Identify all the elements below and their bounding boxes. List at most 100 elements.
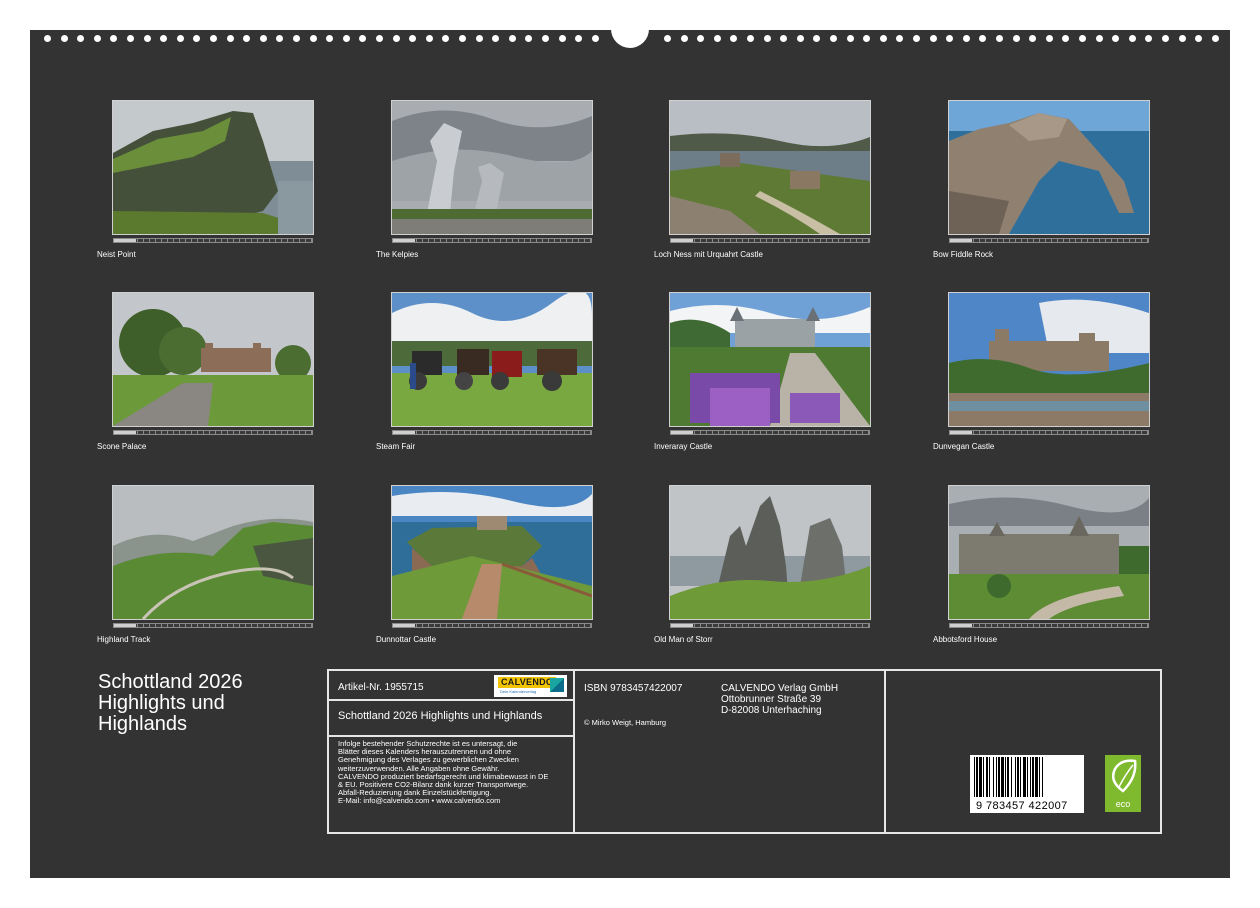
date-strip — [949, 430, 1149, 435]
binding-hole — [276, 35, 284, 42]
date-strip — [113, 430, 313, 435]
article-number: Artikel-Nr. 1955715 — [338, 682, 424, 693]
date-strip — [949, 238, 1149, 243]
logo-tagline: Dein Kalenderverlag — [500, 689, 537, 694]
binding-hole — [780, 35, 788, 42]
binding-hole — [1128, 35, 1136, 42]
month-tile-5: Scone Palace — [97, 292, 314, 453]
binding-hole — [376, 35, 383, 42]
binding-hole — [830, 35, 837, 42]
product-title: Schottland 2026 Highlights und Highlands — [338, 710, 543, 722]
binding-hole — [558, 35, 566, 42]
barcode-number: 9 783457 422007 — [976, 800, 1068, 812]
photo-inveraray-castle — [669, 292, 871, 427]
title-line: Schottland 2026 — [98, 671, 243, 693]
binding-hole — [459, 35, 466, 42]
photo-caption: Dunnottar Castle — [376, 635, 437, 644]
binding-hole — [879, 35, 887, 42]
photo-bow-fiddle-rock — [948, 100, 1150, 235]
date-strip — [670, 238, 870, 243]
legal-text: Infolge bestehender Schutzrechte ist es … — [338, 739, 548, 806]
month-tile-2: The Kelpies — [376, 100, 593, 261]
binding-hole — [913, 35, 920, 42]
photo-caption: Highland Track — [97, 635, 151, 644]
binding-hole — [492, 35, 500, 42]
photo-caption: Abbotsford House — [933, 635, 998, 644]
binding-hole — [1112, 35, 1120, 42]
photo-dunvegan-castle — [948, 292, 1150, 427]
month-tile-8: Dunvegan Castle — [933, 292, 1150, 453]
binding-hole — [591, 35, 599, 42]
eco-label: eco — [1115, 799, 1131, 809]
date-strip — [113, 238, 313, 243]
binding-hole — [309, 35, 317, 42]
photo-highland-track — [112, 485, 314, 620]
binding-hole — [1211, 35, 1219, 42]
binding-hole — [1045, 35, 1053, 42]
date-strip — [949, 623, 1149, 628]
binding-hole — [160, 35, 168, 42]
binding-hole — [896, 35, 904, 42]
barcode-bars — [974, 757, 1043, 797]
divider — [329, 735, 573, 737]
publisher-line: CALVENDO Verlag GmbH — [721, 683, 839, 694]
date-strip — [113, 623, 313, 628]
isbn: ISBN 9783457422007 — [584, 683, 683, 694]
binding-hole — [442, 35, 450, 42]
divider — [573, 671, 575, 832]
binding-hole — [813, 35, 821, 42]
date-strip — [670, 430, 870, 435]
photo-the-kelpies — [391, 100, 593, 235]
photo-steam-fair — [391, 292, 593, 427]
binding-hole — [697, 35, 705, 42]
divider — [329, 699, 573, 701]
photo-caption: Dunvegan Castle — [933, 442, 995, 451]
binding-hole — [326, 35, 334, 42]
binding-hole — [127, 35, 134, 42]
photo-caption: Bow Fiddle Rock — [933, 250, 994, 259]
month-tile-7: Inveraray Castle — [654, 292, 871, 453]
photo-caption: Scone Palace — [97, 442, 147, 451]
title-line: Highlands — [98, 713, 187, 735]
date-strip — [392, 623, 592, 628]
binding-hole — [60, 35, 68, 42]
publisher-address: CALVENDO Verlag GmbH Ottobrunner Straße … — [721, 683, 838, 716]
binding-hole — [475, 35, 483, 42]
logo-wordmark: CALVENDO — [498, 677, 557, 688]
copyright: © Mirko Weigt, Hamburg — [584, 718, 667, 727]
binding-hole — [979, 35, 987, 42]
binding-hole — [176, 35, 184, 42]
binding-hole — [342, 35, 350, 42]
photo-dunnottar-castle — [391, 485, 593, 620]
month-tile-9: Highland Track — [97, 485, 314, 646]
month-tile-3: Loch Ness mit Urquahrt Castle — [654, 100, 871, 261]
binding-hole — [713, 35, 721, 42]
calvendo-logo: CALVENDO Dein Kalenderverlag — [494, 675, 567, 697]
binding-hole — [508, 35, 516, 42]
binding-hole — [1095, 35, 1103, 42]
photo-caption: The Kelpies — [376, 250, 419, 259]
binding-hole — [293, 35, 300, 42]
binding-hole — [996, 35, 1003, 42]
binding-hole — [747, 35, 754, 42]
month-tile-10: Dunnottar Castle — [376, 485, 593, 646]
binding-hole — [110, 35, 118, 42]
binding-hole — [1195, 35, 1203, 42]
photo-caption: Old Man of Storr — [654, 635, 713, 644]
binding-hole — [44, 35, 51, 42]
calendar-back-cover: Neist Point The Kelpies Loch Ness mit Ur… — [30, 22, 1230, 878]
date-strip — [392, 238, 592, 243]
barcode: 9 783457 422007 — [970, 755, 1084, 813]
month-tile-1: Neist Point — [97, 100, 314, 261]
binding-hole — [525, 35, 533, 42]
binding-hole — [664, 35, 671, 42]
binding-hole — [243, 35, 251, 42]
title-line: Highlights und — [98, 692, 225, 714]
binding-hole — [796, 35, 804, 42]
binding-hole — [863, 35, 871, 42]
binding-hole — [210, 35, 217, 42]
binding-hole — [193, 35, 201, 42]
binding-hole — [226, 35, 234, 42]
binding-hole — [1162, 35, 1169, 42]
binding-hole — [962, 35, 970, 42]
